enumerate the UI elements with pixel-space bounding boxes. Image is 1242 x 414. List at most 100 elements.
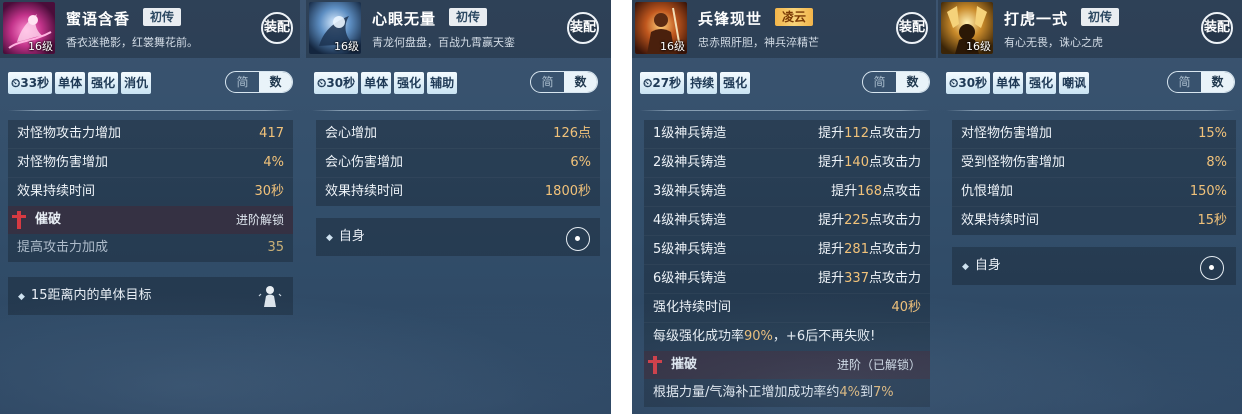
stat-label: 仇恨增加 [961,184,1014,199]
right-skill-panel: 16级 兵锋现世 凌云 忠赤照肝胆，神兵淬精芒 装配 ⏲27秒 持续 强化 简 … [632,0,1242,414]
skill-card-bingfengxianshi: 16级 兵锋现世 凌云 忠赤照肝胆，神兵淬精芒 装配 ⏲27秒 持续 强化 简 … [632,0,936,414]
stat-row: 受到怪物伤害增加 8% [952,148,1236,177]
simple-numeric-toggle[interactable]: 简 数 [862,71,930,93]
rank-badge: 初传 [449,8,488,26]
stat-list: 对怪物攻击力增加 417 对怪物伤害增加 4% 效果持续时间 30秒 催破 进阶解锁 … [8,120,293,262]
cooldown-tag: ⏲30秒 [314,72,359,94]
forge-stat-row: 3级神兵铸造 提升168点攻击 [644,177,930,206]
forge-stat-row: 4级神兵铸造 提升225点攻击力 [644,206,930,235]
stat-label: 会心伤害增加 [325,155,404,170]
rank-badge: 初传 [143,8,182,26]
divider [312,110,602,111]
toggle-simple[interactable]: 简 [863,72,896,92]
stat-label: 3级神兵铸造 [653,184,727,199]
clock-icon: ⏲ [643,76,653,90]
simple-numeric-toggle[interactable]: 简 数 [225,71,293,93]
self-target-icon [1200,256,1224,280]
skill-tag: 单体 [361,72,392,94]
target-range: ◆ 15距离内的单体目标 [8,277,293,315]
cooldown-tag: ⏲30秒 [946,72,991,94]
rate-prefix: 每级强化成功率 [653,329,745,344]
stat-number: 168 [857,184,882,199]
cooldown-value: 30秒 [958,76,988,90]
stat-prefix: 提升 [818,213,845,228]
toggle-simple[interactable]: 简 [1168,72,1201,92]
success-rate-row: 每级强化成功率90%，+6后不再失败! [644,322,930,351]
dagger-icon [12,210,26,229]
bonus-mid: 到 [860,385,874,400]
stat-value: 150% [1189,184,1227,199]
break-status: 进阶解锁 [235,213,284,227]
skill-description: 有心无畏，诛心之虎 [1004,36,1103,49]
rate-suffix: ，+6后不再失败! [772,329,876,344]
equip-button[interactable]: 装配 [896,12,928,44]
stat-label: 4级神兵铸造 [653,213,727,228]
skill-tag: 单体 [993,72,1024,94]
toggle-numeric[interactable]: 数 [896,72,929,92]
skill-card-header: 16级 兵锋现世 凌云 忠赤照肝胆，神兵淬精芒 装配 [632,0,936,58]
rate-number: 90% [744,329,773,344]
skill-card-header: 16级 打虎一式 初传 有心无畏，诛心之虎 装配 [938,0,1242,58]
divider [8,110,294,111]
stat-prefix: 提升 [818,242,845,257]
skill-tag: 强化 [394,72,425,94]
pink-dancer-portrait-icon: 16级 [3,2,55,54]
target-text: 自身 [338,229,365,244]
stat-suffix: 点攻击力 [868,155,921,170]
toggle-numeric[interactable]: 数 [564,72,597,92]
skill-tags: ⏲30秒 单体 强化 嘲讽 [946,72,1090,94]
stat-label: 对怪物伤害增加 [17,155,109,170]
stat-number: 140 [844,155,869,170]
stat-value: 126点 [553,126,591,141]
clock-icon: ⏲ [949,76,959,90]
skill-level: 16级 [660,40,685,53]
target-self: ◆ 自身 [952,247,1236,285]
forge-stat-row: 1级神兵铸造 提升112点攻击力 [644,120,930,148]
stat-label: 受到怪物伤害增加 [961,155,1066,170]
self-target-icon [566,227,590,251]
stat-value: 6% [570,155,591,170]
stat-value: 8% [1206,155,1227,170]
stat-row: 效果持续时间 30秒 [8,177,293,206]
cooldown-value: 27秒 [652,76,682,90]
warrior-flame-portrait-icon: 16级 [635,2,687,54]
bonus-prefix: 根据力量/气海补正增加成功率约 [653,385,840,400]
stat-suffix: 点攻击力 [868,213,921,228]
stat-label: 6级神兵铸造 [653,271,727,286]
skill-tag: 强化 [1026,72,1057,94]
stat-label: 对怪物伤害增加 [961,126,1053,141]
stat-prefix: 提升 [831,184,858,199]
toggle-simple[interactable]: 简 [531,72,564,92]
diamond-icon: ◆ [18,292,25,302]
clock-icon: ⏲ [317,76,327,90]
stat-label: 5级神兵铸造 [653,242,727,257]
stat-number: 281 [844,242,869,257]
stat-row: 效果持续时间 1800秒 [316,177,600,206]
single-target-figure-icon [258,286,282,307]
toggle-simple[interactable]: 简 [226,72,259,92]
stat-row: 对怪物伤害增加 15% [952,120,1236,148]
simple-numeric-toggle[interactable]: 简 数 [1167,71,1235,93]
stat-list: 1级神兵铸造 提升112点攻击力 2级神兵铸造 提升140点攻击力 3级神兵铸造 提升… [644,120,930,407]
stat-suffix: 点攻击力 [868,242,921,257]
equip-button[interactable]: 装配 [1201,12,1233,44]
toggle-numeric[interactable]: 数 [259,72,292,92]
cooldown-tag: ⏲27秒 [640,72,685,94]
break-title: 摧破 [671,357,698,372]
cooldown-value: 33秒 [20,76,50,90]
simple-numeric-toggle[interactable]: 简 数 [530,71,598,93]
skill-card-miyuhanxiang: 16级 蜜语含香 初传 香衣迷艳影，红裳舞花前。 装配 ⏲33秒 单体 强化 消… [0,0,300,414]
equip-button[interactable]: 装配 [567,12,599,44]
bonus-rate-row: 根据力量/气海补正增加成功率约4%到7% [644,379,930,407]
skill-tag: 嘲讽 [1059,72,1090,94]
equip-button[interactable]: 装配 [261,12,293,44]
stat-number: 112 [844,126,869,141]
stat-value: 40秒 [891,300,921,315]
stat-label: 效果持续时间 [325,184,404,199]
stat-label: 效果持续时间 [17,184,96,199]
stat-list: 对怪物伤害增加 15% 受到怪物伤害增加 8% 仇恨增加 150% 效果持续时间 15秒 [952,120,1236,235]
skill-card-dahuyishi: 16级 打虎一式 初传 有心无畏，诛心之虎 装配 ⏲30秒 单体 强化 嘲讽 简… [938,0,1242,414]
toggle-numeric[interactable]: 数 [1201,72,1234,92]
clock-icon: ⏲ [11,76,21,90]
skill-tag: 强化 [88,72,119,94]
